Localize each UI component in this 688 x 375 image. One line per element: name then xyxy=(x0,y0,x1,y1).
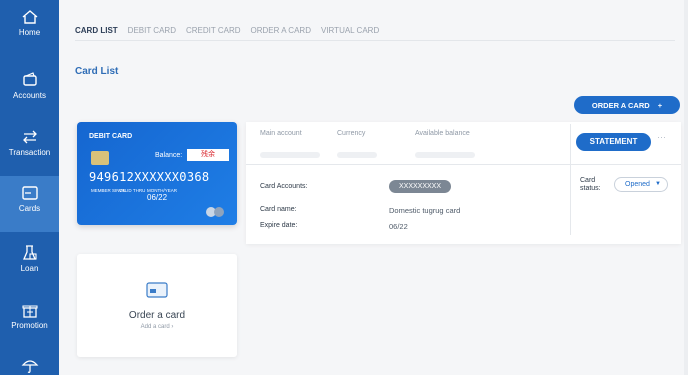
add-card-link[interactable]: Add a card › xyxy=(77,324,237,330)
main-account-header: Main account xyxy=(260,130,302,137)
more-options-icon[interactable]: ··· xyxy=(657,132,666,142)
panel-divider xyxy=(246,164,681,165)
sidebar: Home Accounts Transaction Cards Loan Pro… xyxy=(0,0,59,375)
plus-icon: + xyxy=(657,100,663,110)
tab-virtual-card[interactable]: VIRTUAL CARD xyxy=(321,26,379,35)
nav-transaction[interactable]: Transaction xyxy=(0,120,59,176)
panel-vertical-divider xyxy=(570,124,571,235)
balance-label: Balance: xyxy=(155,152,183,159)
umbrella-icon xyxy=(21,360,38,373)
tab-credit-card[interactable]: CREDIT CARD xyxy=(186,26,241,35)
chip-icon xyxy=(91,151,109,165)
wallet-icon xyxy=(22,72,37,86)
card-accounts-label: Card Accounts: xyxy=(260,183,308,190)
card-type-label: DEBIT CARD xyxy=(89,133,133,140)
currency-header: Currency xyxy=(337,130,366,137)
tab-card-list[interactable]: CARD LIST xyxy=(75,26,118,35)
nav-home-label: Home xyxy=(18,28,41,37)
nav-transaction-label: Transaction xyxy=(8,148,51,157)
main-content: CARD LIST DEBIT CARD CREDIT CARD ORDER A… xyxy=(59,0,688,375)
tab-order-a-card[interactable]: ORDER A CARD xyxy=(251,26,311,35)
card-expiry: 06/22 xyxy=(147,193,168,202)
add-card-icon xyxy=(146,282,168,298)
order-card-title: Order a card xyxy=(128,310,186,321)
transfer-arrows-icon xyxy=(22,130,37,144)
debit-card[interactable]: DEBIT CARD Balance: 残余 949612XXXXXX0368 … xyxy=(77,122,237,225)
tabs-divider xyxy=(75,40,675,41)
statement-button[interactable]: STATEMENT xyxy=(576,133,651,151)
card-accounts-value: XXXXXXXXX xyxy=(389,180,451,193)
card-status-value: Opened xyxy=(625,181,650,188)
nav-home[interactable]: Home xyxy=(0,0,59,56)
nav-cards[interactable]: Cards xyxy=(0,176,59,232)
valid-thru-label: VALID THRU xyxy=(119,188,146,193)
card-name-label: Card name: xyxy=(260,206,297,213)
nav-accounts[interactable]: Accounts xyxy=(0,63,59,119)
chevron-down-icon: ▼ xyxy=(655,181,661,187)
scrollbar[interactable] xyxy=(684,0,688,375)
order-a-card-label: ORDER A CARD xyxy=(591,100,650,110)
page-title: Card List xyxy=(75,66,119,77)
nav-insurance[interactable] xyxy=(0,348,59,375)
expire-date-value: 06/22 xyxy=(389,222,408,231)
card-network-logo-icon xyxy=(206,207,224,217)
gift-icon xyxy=(21,305,38,318)
card-icon xyxy=(21,186,38,200)
balance-value: 残余 xyxy=(187,149,229,161)
nav-promotion-label: Promotion xyxy=(11,321,48,330)
expire-date-label: Expire date: xyxy=(260,222,298,229)
tab-debit-card[interactable]: DEBIT CARD xyxy=(128,26,176,35)
order-a-card-button[interactable]: ORDER A CARD + xyxy=(574,96,680,114)
loan-icon xyxy=(22,245,37,260)
nav-loan[interactable]: Loan xyxy=(0,236,59,292)
nav-cards-label: Cards xyxy=(18,204,41,213)
card-tabs: CARD LIST DEBIT CARD CREDIT CARD ORDER A… xyxy=(75,26,379,35)
home-icon xyxy=(22,10,37,24)
card-number: 949612XXXXXX0368 xyxy=(89,170,210,184)
card-status-select[interactable]: Opened ▼ xyxy=(614,177,668,192)
nav-promotion[interactable]: Promotion xyxy=(0,293,59,349)
available-balance-header: Available balance xyxy=(415,130,470,137)
currency-value xyxy=(337,152,377,158)
main-account-value xyxy=(260,152,320,158)
card-name-value: Domestic tugrug card xyxy=(389,206,461,215)
nav-loan-label: Loan xyxy=(20,264,39,273)
available-balance-value xyxy=(415,152,475,158)
card-details-panel: Main account Currency Available balance … xyxy=(246,122,681,244)
order-card-tile[interactable]: Order a card Add a card › xyxy=(77,254,237,357)
nav-accounts-label: Accounts xyxy=(13,91,46,100)
card-status-label: Card status: xyxy=(580,177,601,192)
